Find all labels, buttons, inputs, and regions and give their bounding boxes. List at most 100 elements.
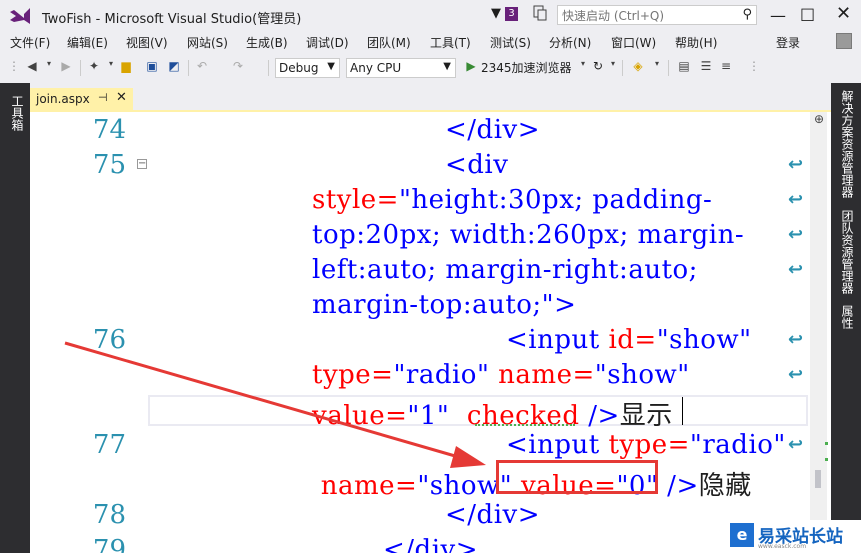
line-number: 74 bbox=[92, 115, 126, 145]
platform-select[interactable]: Any CPU ▼ bbox=[346, 58, 456, 78]
properties-tab[interactable]: 属性 bbox=[839, 305, 856, 329]
toolbar-separator bbox=[268, 60, 269, 76]
attribute-value: "show" bbox=[594, 360, 690, 390]
menu-tools[interactable]: 工具(T) bbox=[430, 34, 471, 51]
split-window-icon[interactable]: ⊕ bbox=[814, 112, 824, 126]
line-number: 78 bbox=[92, 500, 126, 530]
solution-explorer-tab[interactable]: 解决方案资源管理器 bbox=[839, 90, 856, 198]
back-dropdown-icon[interactable]: ▾ bbox=[44, 59, 54, 77]
text-caret bbox=[682, 397, 683, 425]
code-line: left:auto; margin-right:auto; bbox=[312, 255, 698, 285]
menu-team[interactable]: 团队(M) bbox=[367, 34, 411, 51]
save-all-icon[interactable]: ◩ bbox=[166, 59, 182, 77]
menu-analyze[interactable]: 分析(N) bbox=[549, 34, 591, 51]
start-debug-icon[interactable]: ▶ bbox=[464, 59, 478, 77]
run-target-dropdown-icon[interactable]: ▾ bbox=[578, 59, 588, 77]
feedback-icon[interactable] bbox=[533, 5, 547, 21]
collapse-toggle-icon[interactable]: − bbox=[137, 159, 147, 169]
account-avatar-icon[interactable] bbox=[836, 33, 852, 49]
toolbar-grip-icon[interactable]: ⋮ bbox=[8, 59, 20, 77]
notification-flag-icon[interactable]: ▼ bbox=[491, 6, 501, 21]
attribute: value= bbox=[312, 401, 408, 431]
word-wrap-glyph-icon: ↩ bbox=[788, 329, 804, 350]
menu-help[interactable]: 帮助(H) bbox=[675, 34, 717, 51]
attribute-value: left:auto; margin-right:auto; bbox=[312, 255, 698, 285]
attribute-value: "1" bbox=[407, 401, 450, 431]
undo-icon[interactable]: ↶ bbox=[194, 59, 210, 77]
menu-file[interactable]: 文件(F) bbox=[10, 34, 50, 51]
chevron-down-icon: ▼ bbox=[443, 61, 451, 72]
toolbar-separator bbox=[80, 60, 81, 76]
notification-badge[interactable]: 3 bbox=[505, 7, 518, 21]
attribute: id= bbox=[599, 325, 657, 355]
code-editor[interactable]: 74 75 76 77 78 79 − </div> <div style="h… bbox=[30, 112, 831, 553]
toolbox-tab[interactable]: 工具箱 bbox=[9, 95, 26, 131]
login-link[interactable]: 登录 bbox=[776, 34, 800, 51]
browser-link-icon[interactable]: ◈ bbox=[630, 59, 646, 77]
pin-icon[interactable]: ⊣ bbox=[98, 91, 108, 104]
run-target-label[interactable]: 2345加速浏览器 bbox=[481, 59, 581, 77]
bookmark-icon[interactable]: ▤ bbox=[676, 59, 692, 77]
word-wrap-glyph-icon: ↩ bbox=[788, 154, 804, 175]
scroll-marker bbox=[825, 442, 828, 445]
standard-toolbar: ⋮ ◀ ▾ ▶ ✦ ▾ ▆ ▣ ◩ ↶ ↷ Debug ▼ Any CPU ▼ … bbox=[0, 54, 861, 82]
attribute-value: "radio" bbox=[689, 430, 786, 460]
word-wrap-glyph-icon: ↩ bbox=[788, 189, 804, 210]
new-project-icon[interactable]: ✦ bbox=[86, 59, 102, 77]
redo-icon[interactable]: ↷ bbox=[230, 59, 246, 77]
code-line: <input id="show" bbox=[506, 325, 752, 355]
menu-build[interactable]: 生成(B) bbox=[246, 34, 288, 51]
open-file-icon[interactable]: ▆ bbox=[118, 59, 134, 77]
line-number: 76 bbox=[92, 325, 126, 355]
refresh-icon[interactable]: ↻ bbox=[590, 59, 606, 77]
window-title: TwoFish - Microsoft Visual Studio(管理员) bbox=[42, 12, 302, 27]
close-icon[interactable]: ✕ bbox=[116, 90, 127, 105]
close-window-icon[interactable]: ✕ bbox=[836, 3, 851, 24]
new-dropdown-icon[interactable]: ▾ bbox=[106, 59, 116, 77]
code-line: margin-top:auto;"> bbox=[312, 290, 576, 320]
menu-debug[interactable]: 调试(D) bbox=[306, 34, 349, 51]
toolbar-separator bbox=[622, 60, 623, 76]
indent-icon[interactable]: ≡ bbox=[718, 59, 734, 77]
document-tab[interactable]: join.aspx ⊣ ✕ bbox=[30, 88, 133, 110]
attribute-value: top:20px; width:260px; margin- bbox=[312, 220, 745, 250]
title-bar: TwoFish - Microsoft Visual Studio(管理员) ▼… bbox=[0, 0, 861, 30]
toolbar-overflow-icon[interactable]: ⋮ bbox=[748, 59, 760, 77]
text-content: 隐藏 bbox=[698, 471, 752, 501]
quick-launch-box[interactable]: ⚲ bbox=[557, 5, 757, 25]
menu-website[interactable]: 网站(S) bbox=[187, 34, 228, 51]
code-line: <input type="radio" bbox=[506, 430, 786, 460]
word-wrap-glyph-icon: ↩ bbox=[788, 259, 804, 280]
maximize-icon[interactable]: □ bbox=[800, 4, 815, 23]
forward-icon[interactable]: ▶ bbox=[58, 59, 74, 77]
open-tag: <div bbox=[445, 150, 509, 180]
annotation-highlight-box bbox=[496, 460, 658, 494]
toolbar-separator bbox=[188, 60, 189, 76]
refresh-dropdown-icon[interactable]: ▾ bbox=[608, 59, 618, 77]
menu-window[interactable]: 窗口(W) bbox=[611, 34, 656, 51]
attribute-value: "radio" bbox=[393, 360, 490, 390]
scrollbar-thumb[interactable] bbox=[815, 470, 821, 488]
tag-end: /> bbox=[658, 471, 699, 501]
format-icon[interactable]: ☰ bbox=[698, 59, 714, 77]
close-tag: </div> bbox=[383, 535, 478, 553]
menu-edit[interactable]: 编辑(E) bbox=[67, 34, 108, 51]
attribute: name= bbox=[489, 360, 595, 390]
search-icon[interactable]: ⚲ bbox=[742, 7, 752, 22]
word-wrap-glyph-icon: ↩ bbox=[788, 434, 804, 455]
configuration-select[interactable]: Debug ▼ bbox=[275, 58, 340, 78]
open-tag: <input bbox=[506, 430, 600, 460]
attribute-value: margin-top:auto;" bbox=[312, 290, 555, 320]
code-line: style="height:30px; padding- bbox=[312, 185, 712, 215]
back-icon[interactable]: ◀ bbox=[24, 59, 40, 77]
save-icon[interactable]: ▣ bbox=[144, 59, 160, 77]
browser-link-dropdown-icon[interactable]: ▾ bbox=[652, 59, 662, 77]
team-explorer-tab[interactable]: 团队资源管理器 bbox=[839, 210, 856, 294]
minimize-icon[interactable]: — bbox=[770, 6, 786, 25]
menu-test[interactable]: 测试(S) bbox=[490, 34, 531, 51]
menu-view[interactable]: 视图(V) bbox=[126, 34, 168, 51]
text-content: 显示 bbox=[619, 401, 673, 431]
line-number: 77 bbox=[92, 430, 126, 460]
tag-end: /> bbox=[579, 401, 620, 431]
quick-launch-input[interactable] bbox=[562, 8, 732, 23]
